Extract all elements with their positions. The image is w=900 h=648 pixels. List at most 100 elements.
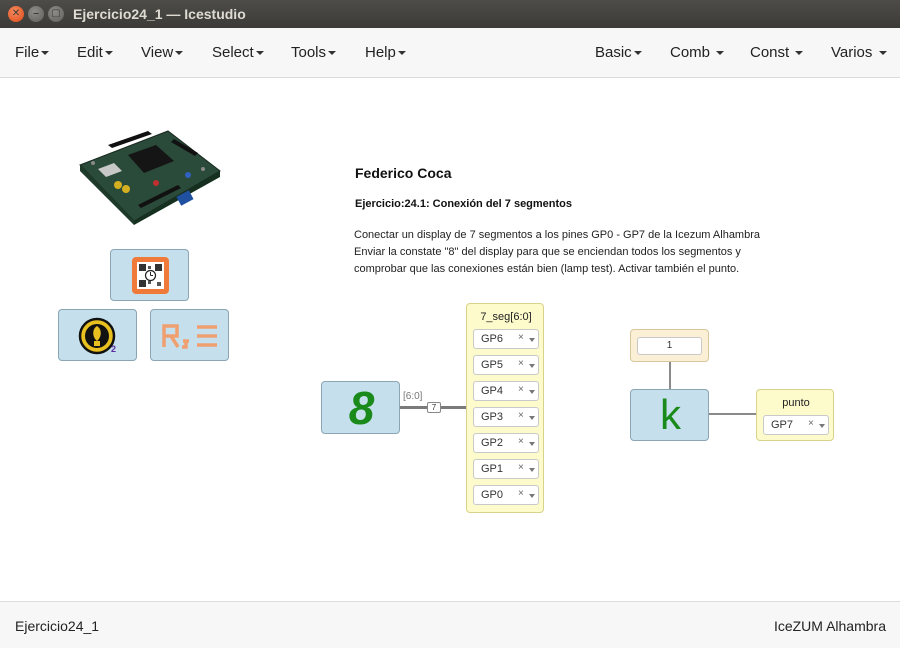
constant-k-block[interactable]: k [630, 389, 709, 441]
seven-segment-glyph: 8 [348, 382, 375, 434]
pin-select-gp4[interactable]: GP4 × [473, 381, 539, 401]
pin-label: GP7 [771, 419, 794, 431]
pin-select-gp2[interactable]: GP2 × [473, 433, 539, 453]
clear-icon[interactable]: × [518, 332, 524, 343]
board-image [78, 125, 222, 225]
menu-file-label: File [15, 44, 40, 61]
description-line-1: Conectar un display de 7 segmentos a los… [354, 229, 760, 241]
pin-label: GP1 [481, 463, 504, 475]
pin-select-gp7[interactable]: GP7 × [763, 415, 829, 435]
author-heading: Federico Coca [355, 165, 452, 181]
description-line-3: comprobar que las conexiones están bien … [354, 263, 740, 275]
menu-help[interactable]: Help [365, 44, 406, 61]
pin-label: GP0 [481, 489, 504, 501]
window-title: Ejercicio24_1 — Icestudio [73, 6, 246, 22]
chevron-down-icon [529, 468, 535, 472]
design-canvas[interactable]: 2 Federico Coca Ejercicio:24.1: Conexión… [0, 78, 900, 601]
letters-icon [161, 323, 221, 349]
badge-index: 2 [111, 344, 117, 354]
output-pins-block[interactable]: 7_seg[6:0] GP6 × GP5 × GP4 × GP3 × GP2 × GP1 ×… [466, 303, 544, 513]
bus-range-label: [6:0] [403, 391, 423, 402]
punto-title: punto [782, 397, 810, 409]
seven-segment-block[interactable]: 8 [321, 381, 400, 434]
chevron-down-icon [529, 390, 535, 394]
output-pins-title: 7_seg[6:0] [480, 311, 532, 323]
qr-clock-icon [132, 257, 169, 294]
menu-select-label: Select [212, 44, 254, 61]
exercise-prefix: Ejercicio:24.1 [355, 198, 426, 210]
chevron-down-icon [529, 338, 535, 342]
chevron-down-icon [328, 51, 337, 56]
chevron-down-icon [878, 51, 887, 56]
qr-clock-block[interactable] [110, 249, 189, 301]
chevron-down-icon [397, 51, 406, 56]
window-minimize-button[interactable]: – [28, 6, 44, 22]
clear-icon[interactable]: × [518, 410, 524, 421]
pin-select-gp6[interactable]: GP6 × [473, 329, 539, 349]
menu-comb-label: Comb [670, 44, 711, 61]
pin-label: GP5 [481, 359, 504, 371]
window-close-button[interactable]: ✕ [8, 6, 24, 22]
pin-label: GP2 [481, 437, 504, 449]
menu-select[interactable]: Select [212, 44, 264, 61]
menu-file[interactable]: File [15, 44, 50, 61]
menu-const[interactable]: Const [750, 44, 804, 61]
constant-wire[interactable] [669, 362, 671, 389]
description-line-2: Enviar la constate "8" del display para … [354, 246, 741, 258]
bus-width-badge: 7 [427, 402, 441, 413]
constant-value: 1 [666, 340, 673, 351]
k-glyph: k [660, 391, 681, 438]
chevron-down-icon [529, 364, 535, 368]
project-name: Ejercicio24_1 [15, 618, 100, 634]
badge-block[interactable]: 2 [58, 309, 137, 361]
clear-icon[interactable]: × [808, 418, 814, 429]
menu-edit-label: Edit [77, 44, 103, 61]
punto-block[interactable]: punto GP7 × [756, 389, 834, 441]
chevron-down-icon [795, 51, 804, 56]
chevron-down-icon [175, 51, 184, 56]
pin-select-gp0[interactable]: GP0 × [473, 485, 539, 505]
chevron-down-icon [529, 494, 535, 498]
pin-label: GP6 [481, 333, 504, 345]
chevron-down-icon [819, 424, 825, 428]
clear-icon[interactable]: × [518, 384, 524, 395]
punto-wire[interactable] [709, 413, 756, 415]
constant-value-block[interactable]: 1 [630, 329, 709, 362]
exercise-title: : Conexión del 7 segmentos [425, 198, 573, 210]
clear-icon[interactable]: × [518, 436, 524, 447]
window-titlebar: ✕ – ▢ Ejercicio24_1 — Icestudio [0, 0, 900, 28]
chevron-down-icon [633, 51, 642, 56]
chevron-down-icon [255, 51, 264, 56]
menu-edit[interactable]: Edit [77, 44, 113, 61]
menu-varios[interactable]: Varios [831, 44, 887, 61]
menu-varios-label: Varios [831, 44, 873, 61]
pin-select-gp3[interactable]: GP3 × [473, 407, 539, 427]
status-bar: Ejercicio24_1 IceZUM Alhambra [0, 601, 900, 648]
letters-block[interactable] [150, 309, 229, 361]
menu-comb[interactable]: Comb [670, 44, 725, 61]
constant-value-input[interactable]: 1 [637, 337, 702, 355]
menu-help-label: Help [365, 44, 396, 61]
menu-tools[interactable]: Tools [291, 44, 337, 61]
menu-tools-label: Tools [291, 44, 327, 61]
chevron-down-icon [41, 51, 50, 56]
pin-select-gp1[interactable]: GP1 × [473, 459, 539, 479]
board-name[interactable]: IceZUM Alhambra [774, 618, 886, 634]
clear-icon[interactable]: × [518, 358, 524, 369]
menu-basic-label: Basic [595, 44, 632, 61]
pin-label: GP4 [481, 385, 504, 397]
pin-label: GP3 [481, 411, 504, 423]
clear-icon[interactable]: × [518, 488, 524, 499]
window-maximize-button[interactable]: ▢ [48, 6, 64, 22]
pin-select-gp5[interactable]: GP5 × [473, 355, 539, 375]
menu-basic[interactable]: Basic [595, 44, 642, 61]
chevron-down-icon [104, 51, 113, 56]
description-text: Conectar un display de 7 segmentos a los… [354, 227, 794, 278]
chevron-down-icon [716, 51, 725, 56]
menu-const-label: Const [750, 44, 790, 61]
menu-view[interactable]: View [141, 44, 184, 61]
chevron-down-icon [529, 416, 535, 420]
menu-bar: File Edit View Select Tools Help Basic C… [0, 28, 900, 78]
chevron-down-icon [529, 442, 535, 446]
clear-icon[interactable]: × [518, 462, 524, 473]
